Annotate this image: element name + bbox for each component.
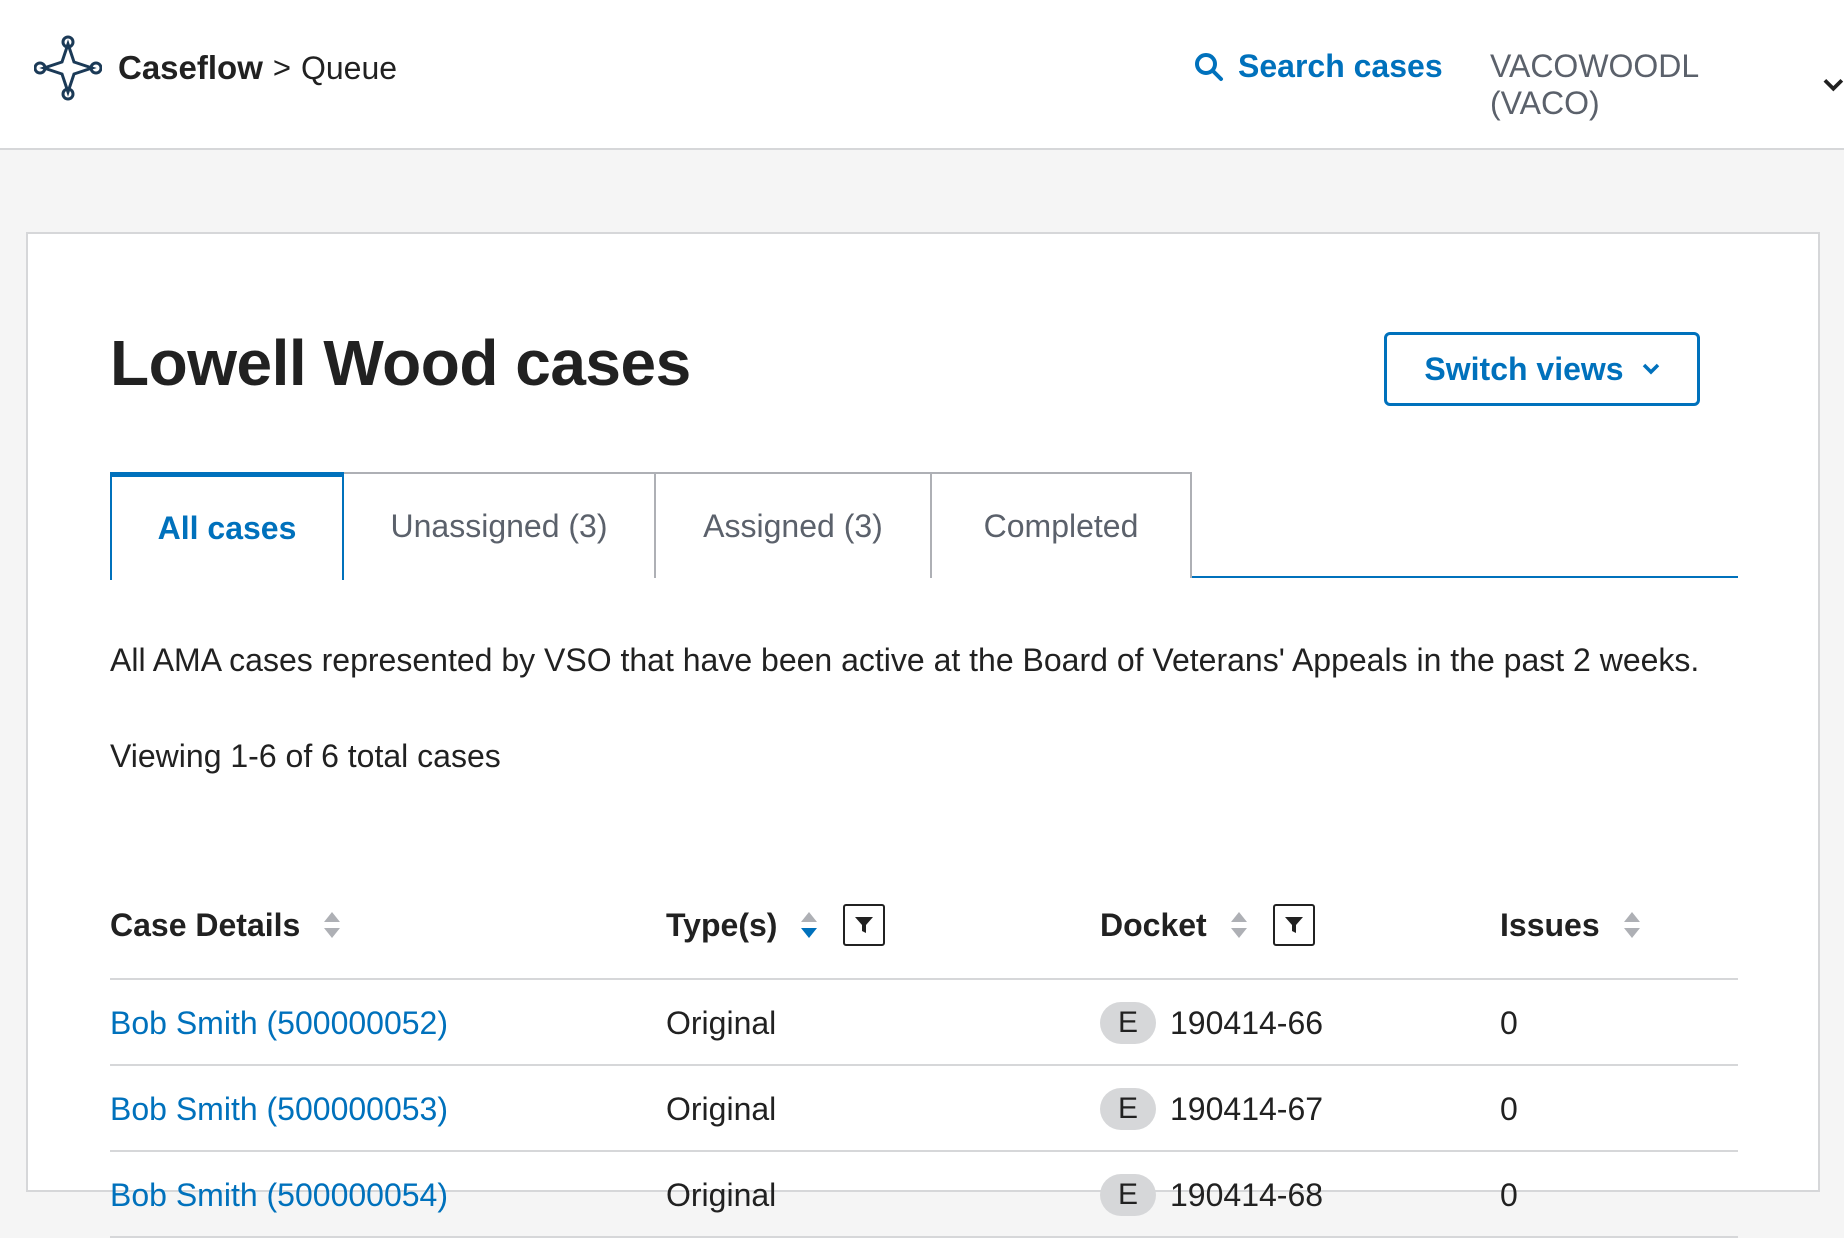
docket-number: 190414-66 (1170, 1004, 1324, 1041)
case-details-link[interactable]: Bob Smith (500000052) (110, 980, 448, 1066)
case-type: Original (666, 1004, 777, 1041)
docket-cell: E 190414-66 (1100, 980, 1323, 1066)
queue-tabs: All cases Unassigned (3) Assigned (3) Co… (110, 472, 1738, 580)
docket-cell: E 190414-67 (1100, 1066, 1323, 1152)
docket-number: 190414-68 (1170, 1176, 1324, 1213)
pagination-summary: Viewing 1-6 of 6 total cases (110, 738, 501, 774)
case-type: Original (666, 1176, 777, 1213)
sort-icon[interactable] (799, 910, 819, 940)
docket-type-badge: E (1100, 1174, 1156, 1216)
column-header-types: Type(s) (666, 870, 886, 980)
case-type: Original (666, 1090, 777, 1127)
case-details-link[interactable]: Bob Smith (500000053) (110, 1066, 448, 1152)
funnel-icon (1284, 917, 1303, 933)
tab-completed[interactable]: Completed (930, 472, 1192, 578)
top-navigation-bar: Caseflow > Queue Search cases VACOWOODL … (0, 0, 1844, 150)
column-header-docket: Docket (1100, 870, 1315, 980)
page-title: Lowell Wood cases (110, 327, 691, 399)
breadcrumb-separator: > (272, 50, 291, 85)
docket-type-badge: E (1100, 1002, 1156, 1044)
column-header-case-details: Case Details (110, 870, 342, 980)
brand[interactable]: Caseflow > Queue (34, 34, 397, 102)
table-row: Bob Smith (500000052) Original E 190414-… (110, 980, 1738, 1066)
chevron-down-icon (1823, 78, 1844, 92)
issues-count: 0 (1500, 1004, 1518, 1041)
queue-card: Lowell Wood cases Switch views All cases… (26, 232, 1820, 1238)
search-cases-label: Search cases (1238, 48, 1443, 84)
table-row: Bob Smith (500000054) Original E 190414-… (110, 1152, 1738, 1238)
column-label: Issues (1500, 906, 1600, 943)
case-details-link[interactable]: Bob Smith (500000054) (110, 1152, 448, 1238)
docket-type-badge: E (1100, 1088, 1156, 1130)
tab-all-cases[interactable]: All cases (110, 472, 344, 580)
column-label: Docket (1100, 906, 1207, 943)
app-name: Caseflow (118, 49, 263, 86)
queue-description: All AMA cases represented by VSO that ha… (110, 642, 1700, 678)
funnel-icon (855, 917, 874, 933)
user-menu-dropdown[interactable]: VACOWOODL (VACO) (1490, 48, 1844, 122)
column-header-issues: Issues (1500, 870, 1642, 980)
switch-views-button[interactable]: Switch views (1384, 332, 1700, 406)
sort-icon[interactable] (1622, 910, 1642, 940)
switch-views-label: Switch views (1424, 350, 1624, 387)
filter-icon[interactable] (1272, 904, 1315, 946)
table-header: Case Details Type(s) Docket Issues (110, 870, 1738, 980)
caseflow-logo-icon (34, 35, 102, 101)
chevron-down-icon (1642, 363, 1659, 375)
sort-icon[interactable] (1229, 910, 1249, 940)
sort-icon[interactable] (322, 910, 342, 940)
breadcrumb-page: Queue (300, 49, 398, 86)
column-label: Type(s) (666, 906, 778, 943)
issues-count: 0 (1500, 1090, 1518, 1127)
search-cases-link[interactable]: Search cases (1194, 48, 1443, 85)
cases-table: Case Details Type(s) Docket Issues Bob S… (110, 870, 1738, 1238)
filter-icon[interactable] (843, 904, 886, 946)
search-icon (1195, 52, 1223, 81)
column-label: Case Details (110, 906, 301, 943)
user-label: VACOWOODL (VACO) (1490, 48, 1699, 121)
issues-count: 0 (1500, 1176, 1518, 1213)
table-row: Bob Smith (500000053) Original E 190414-… (110, 1066, 1738, 1152)
docket-cell: E 190414-68 (1100, 1152, 1323, 1238)
tab-assigned[interactable]: Assigned (3) (654, 472, 932, 578)
docket-number: 190414-67 (1170, 1090, 1324, 1127)
tab-unassigned[interactable]: Unassigned (3) (342, 472, 656, 578)
